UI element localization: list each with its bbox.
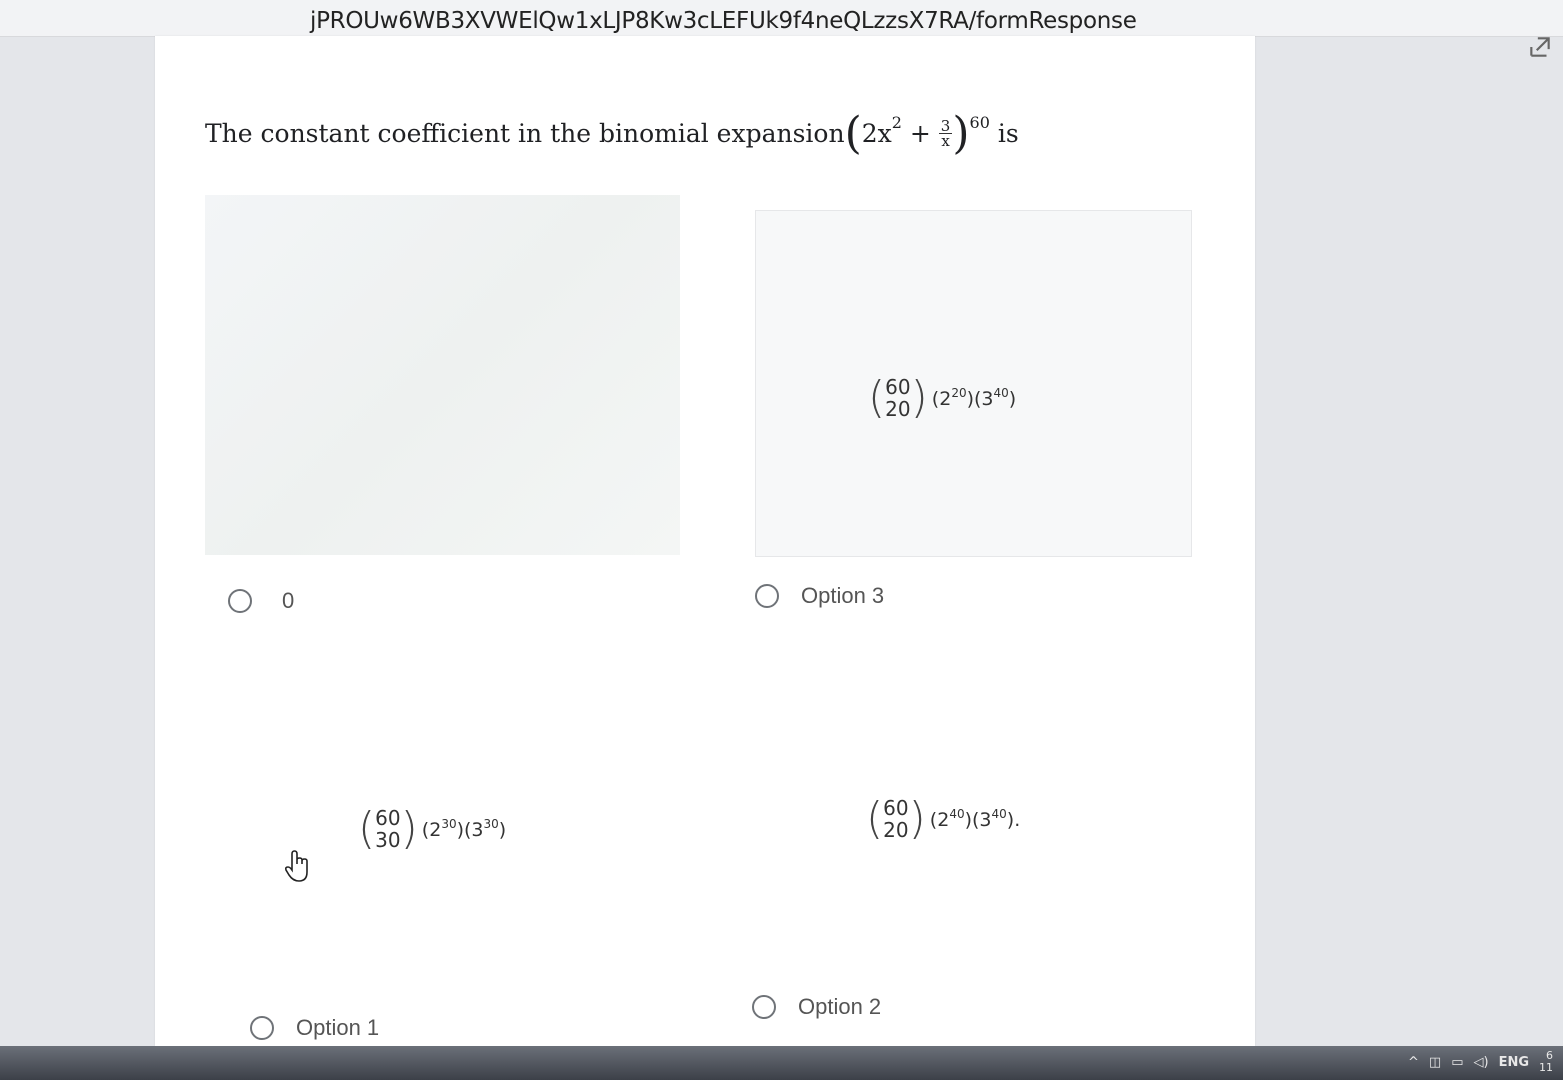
- option-3[interactable]: Option 3: [755, 583, 884, 609]
- option-0-label: 0: [282, 588, 295, 613]
- volume-icon[interactable]: ◁): [1473, 1055, 1488, 1070]
- option-3-label: Option 3: [801, 583, 885, 608]
- radio-option-1[interactable]: [250, 1016, 274, 1040]
- radio-option-3[interactable]: [755, 584, 779, 608]
- hand-cursor-icon: [284, 850, 308, 882]
- option-3-image-math: (60 20) (220)(340): [868, 372, 1017, 423]
- network-icon[interactable]: ◫: [1429, 1055, 1441, 1070]
- chevron-up-icon[interactable]: ^: [1408, 1055, 1419, 1070]
- address-bar[interactable]: jPROUw6WB3XVWElQw1xLJP8Kw3cLEFUk9f4neQLz…: [0, 0, 1563, 37]
- language-indicator[interactable]: ENG: [1499, 1055, 1529, 1070]
- share-icon[interactable]: [1527, 34, 1553, 60]
- option-2[interactable]: Option 2: [752, 994, 881, 1020]
- option-2-image-math: (60 20) (240)(340).: [866, 793, 1021, 844]
- question-suffix: is: [997, 119, 1019, 148]
- system-tray: ^ ◫ ▭ ◁) ENG 6 11: [1408, 1050, 1553, 1074]
- url-text[interactable]: jPROUw6WB3XVWElQw1xLJP8Kw3cLEFUk9f4neQLz…: [310, 8, 1137, 34]
- question-text: The constant coefficient in the binomial…: [205, 108, 1019, 159]
- clock[interactable]: 6 11: [1539, 1050, 1553, 1074]
- option-2-label: Option 2: [798, 994, 882, 1019]
- option-image-left-top: [205, 195, 680, 555]
- option-1-label: Option 1: [296, 1015, 380, 1040]
- radio-option-2[interactable]: [752, 995, 776, 1019]
- question-prefix: The constant coefficient in the binomial…: [205, 119, 845, 148]
- battery-icon[interactable]: ▭: [1451, 1055, 1463, 1070]
- taskbar: ^ ◫ ▭ ◁) ENG 6 11: [0, 1046, 1563, 1080]
- question-expression: (2x2 + 3 x)60: [844, 108, 990, 159]
- option-1-image-math: (60 30) (230)(330): [358, 803, 507, 854]
- radio-option-0[interactable]: [228, 589, 252, 613]
- option-0[interactable]: 0: [228, 588, 294, 614]
- option-1[interactable]: Option 1: [250, 1015, 379, 1041]
